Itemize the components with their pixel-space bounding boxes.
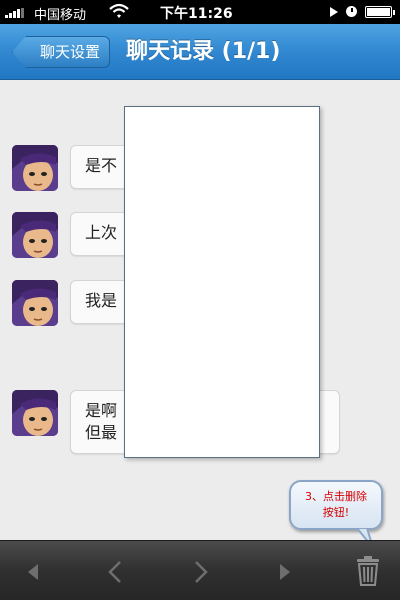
- wifi-icon: [109, 3, 129, 18]
- last-page-icon[interactable]: [270, 558, 298, 586]
- avatar: [12, 145, 58, 191]
- avatar: [12, 212, 58, 258]
- tutorial-callout: 3、点击删除 按钮!: [289, 480, 383, 530]
- avatar: [12, 390, 58, 436]
- alarm-clock-icon: [346, 6, 357, 17]
- bottom-toolbar: [0, 540, 400, 600]
- next-page-icon[interactable]: [186, 558, 214, 586]
- carrier-name: 中国移动: [34, 8, 87, 23]
- message-text: 是不: [85, 156, 118, 175]
- message-text: 我是: [85, 291, 118, 310]
- popup-panel[interactable]: [124, 106, 320, 458]
- back-button[interactable]: 聊天设置: [12, 36, 110, 68]
- battery-icon: [365, 6, 395, 18]
- first-page-icon[interactable]: [20, 558, 48, 586]
- signal-strength-icon: [5, 8, 27, 18]
- message-text: 上次: [85, 223, 118, 242]
- callout-text-line: 按钮!: [322, 506, 350, 519]
- play-status-icon: [330, 7, 338, 17]
- navigation-bar: 聊天设置 聊天记录 (1/1): [0, 24, 400, 80]
- clock-time: 下午11:26: [160, 6, 233, 22]
- callout-text-line: 3、点击删除: [305, 490, 367, 503]
- trash-icon[interactable]: [354, 555, 382, 587]
- avatar: [12, 280, 58, 326]
- page-title: 聊天记录 (1/1): [126, 39, 281, 64]
- previous-page-icon[interactable]: [102, 558, 130, 586]
- battery-level-fill: [367, 8, 390, 16]
- status-bar: 中国移动 下午11:26: [0, 0, 400, 24]
